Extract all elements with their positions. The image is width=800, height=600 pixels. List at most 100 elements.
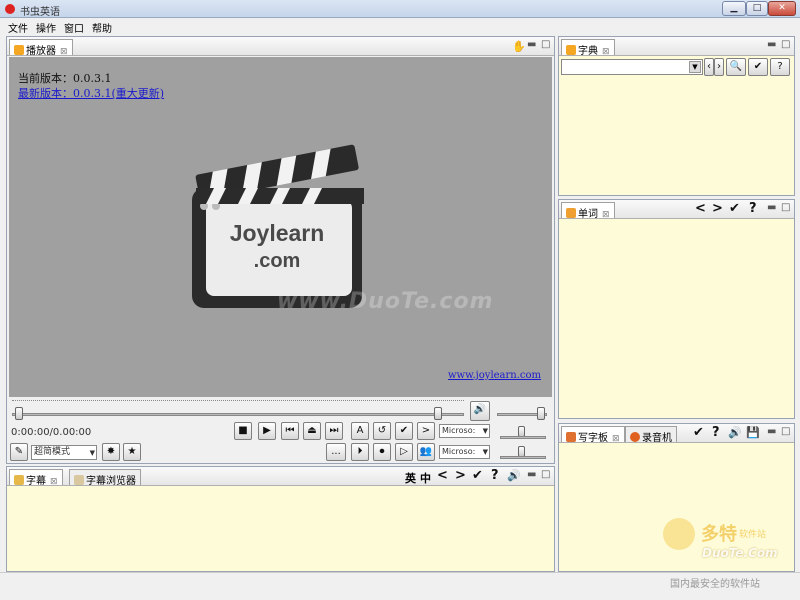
volume-thumb[interactable] xyxy=(537,407,545,420)
player-tab-label: 播放器 xyxy=(26,46,56,57)
subtitle-browser-tab-label: 字幕浏览器 xyxy=(86,476,136,487)
check-icon[interactable]: ✔ xyxy=(693,425,704,440)
joylearn-site-link[interactable]: www.joylearn.com xyxy=(448,370,541,381)
save-icon[interactable]: 💾 xyxy=(746,426,760,439)
minimize-panel-icon[interactable]: ▬ xyxy=(527,469,536,480)
next-button[interactable]: ⏭ xyxy=(325,422,343,440)
search-icon[interactable]: 🔍 xyxy=(726,58,746,76)
play-button[interactable]: ▶ xyxy=(258,422,276,440)
minimize-panel-icon[interactable]: ▬ xyxy=(767,39,776,50)
hand-icon[interactable]: ✋ xyxy=(512,40,526,53)
seek-slider[interactable] xyxy=(12,413,464,416)
mode-select[interactable]: 超简模式 ▼ xyxy=(31,445,97,460)
chevron-down-icon[interactable]: ▼ xyxy=(689,61,701,73)
help-icon[interactable]: ? xyxy=(770,58,790,76)
play-segment-icon[interactable]: ⏵ xyxy=(351,443,369,461)
maximize-panel-icon[interactable]: □ xyxy=(781,202,790,213)
window-title: 书虫英语 xyxy=(20,7,60,18)
help-icon[interactable]: ? xyxy=(491,468,499,483)
minimize-button[interactable]: ▁ xyxy=(722,1,746,16)
video-area[interactable]: 当前版本：0.0.3.1 最新版本：0.0.3.1(重大更新) Joylearn… xyxy=(9,57,552,397)
subtitle-tabbar: 字幕 ⊠ 字幕浏览器 英 中 < > ✔ ? 🔊 ▬ □ xyxy=(7,467,554,487)
maximize-panel-icon[interactable]: □ xyxy=(541,39,550,50)
close-tab-icon[interactable]: ⊠ xyxy=(602,47,610,57)
next-icon[interactable]: > xyxy=(455,468,466,483)
close-tab-icon[interactable]: ⊠ xyxy=(60,47,68,57)
font-a-button[interactable]: A xyxy=(351,422,369,440)
lang-zh-button[interactable]: 中 xyxy=(420,470,431,486)
pencil-icon xyxy=(566,432,576,442)
tab-subtitles[interactable]: 字幕 ⊠ xyxy=(9,469,63,487)
menu-help[interactable]: 帮助 xyxy=(92,20,112,35)
lang-en-button[interactable]: 英 xyxy=(405,470,416,486)
maximize-panel-icon[interactable]: □ xyxy=(541,469,550,480)
minimize-panel-icon[interactable]: ▬ xyxy=(767,202,776,213)
latest-version-link[interactable]: 最新版本：0.0.3.1(重大更新) xyxy=(18,85,164,101)
maximize-panel-icon[interactable]: □ xyxy=(781,39,790,50)
prev-icon[interactable]: ‹ xyxy=(704,58,714,76)
voice-select-2-value: Microso: xyxy=(442,447,476,456)
prev-icon[interactable]: < xyxy=(437,468,448,483)
menu-operation[interactable]: 操作 xyxy=(36,20,56,35)
maximize-panel-icon[interactable]: □ xyxy=(781,426,790,437)
duote-brand: 多特 xyxy=(701,524,737,545)
title-bar: 书虫英语 ▁ □ ✕ xyxy=(0,0,800,18)
star-icon[interactable]: ★ xyxy=(123,443,141,461)
pencil-icon[interactable]: ✎ xyxy=(10,443,28,461)
speaker-icon[interactable]: 🔊 xyxy=(470,401,490,421)
tab-recorder[interactable]: 录音机 xyxy=(625,426,677,444)
record-icon[interactable]: ⏺ xyxy=(373,443,391,461)
pitch-slider[interactable] xyxy=(500,456,546,459)
undo-icon[interactable]: ↺ xyxy=(373,422,391,440)
check-icon[interactable]: ✔ xyxy=(395,422,413,440)
seek-ticks xyxy=(12,400,464,405)
close-tab-icon[interactable]: ⊠ xyxy=(50,477,58,487)
check-icon[interactable]: ✔ xyxy=(729,201,740,216)
more-button[interactable]: ... xyxy=(326,443,346,461)
maximize-button[interactable]: □ xyxy=(746,1,768,16)
previous-button[interactable]: ⏮ xyxy=(281,422,299,440)
close-button[interactable]: ✕ xyxy=(768,1,796,16)
mode-select-value: 超简模式 xyxy=(34,447,71,457)
dictionary-search-input[interactable]: ▼ xyxy=(561,59,703,75)
stop-button[interactable]: ■ xyxy=(234,422,252,440)
tab-player[interactable]: 播放器 ⊠ xyxy=(9,39,73,57)
next-icon[interactable]: › xyxy=(714,58,724,76)
rate-slider[interactable] xyxy=(500,436,546,439)
chevron-down-icon: ▼ xyxy=(89,449,95,457)
dictionary-tabbar: 字典 ⊠ ▬ □ xyxy=(559,37,794,57)
speaker-icon[interactable]: 🔊 xyxy=(728,426,742,439)
speed-thumb[interactable] xyxy=(434,407,442,420)
tab-dictionary[interactable]: 字典 ⊠ xyxy=(561,39,615,57)
settings-gear-icon[interactable]: ✸ xyxy=(102,443,120,461)
player-tab-icon xyxy=(14,45,24,55)
time-display: 0:00:00/0.00:00 xyxy=(11,427,92,438)
minimize-panel-icon[interactable]: ▬ xyxy=(767,426,776,437)
close-tab-icon[interactable]: ⊠ xyxy=(602,210,610,220)
minimize-panel-icon[interactable]: ▬ xyxy=(527,39,536,50)
status-bar: 国内最安全的软件站 xyxy=(0,572,800,600)
words-panel: 单词 ⊠ < > ✔ ? ▬ □ xyxy=(558,199,795,419)
speaker-icon[interactable]: 🔊 xyxy=(507,469,521,482)
chevron-right-icon[interactable]: > xyxy=(417,422,435,440)
next-icon[interactable]: > xyxy=(712,201,723,216)
help-icon[interactable]: ? xyxy=(712,425,720,440)
tab-subtitle-browser[interactable]: 字幕浏览器 xyxy=(69,469,141,487)
tab-words[interactable]: 单词 ⊠ xyxy=(561,202,615,220)
repeat-sentence-button[interactable]: ⏏ xyxy=(303,422,321,440)
voice-select-1-value: Microso: xyxy=(442,426,476,435)
menu-window[interactable]: 窗口 xyxy=(64,20,84,35)
prev-icon[interactable]: < xyxy=(695,201,706,216)
check-icon[interactable]: ✔ xyxy=(472,468,483,483)
seek-thumb[interactable] xyxy=(15,407,23,420)
users-icon[interactable]: 👥 xyxy=(417,443,435,461)
voice-select-1[interactable]: Microso: ▼ xyxy=(439,424,490,438)
check-icon[interactable]: ✔ xyxy=(748,58,768,76)
voice-select-2[interactable]: Microso: ▼ xyxy=(439,445,490,459)
close-tab-icon[interactable]: ⊠ xyxy=(612,434,620,444)
tab-writing-pad[interactable]: 写字板 ⊠ xyxy=(561,426,625,444)
help-icon[interactable]: ? xyxy=(749,201,757,216)
menu-file[interactable]: 文件 xyxy=(8,20,28,35)
duote-brand-sub: 软件站 xyxy=(739,530,767,540)
play-record-icon[interactable]: ▷ xyxy=(395,443,413,461)
